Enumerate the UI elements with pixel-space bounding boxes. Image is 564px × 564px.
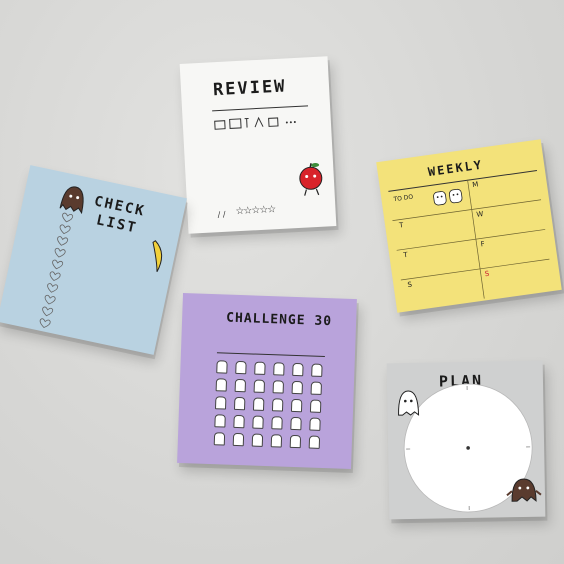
challenge-note-pad: CHALLENGE 30	[177, 293, 357, 469]
day-wed: W	[476, 210, 484, 219]
challenge-cell-26	[232, 432, 245, 447]
challenge-cell-23	[290, 416, 302, 431]
challenge-cell-grid	[213, 360, 329, 454]
challenge-cell-12	[310, 381, 323, 395]
challenge-cell-28	[270, 434, 283, 448]
weekly-note-pad: WEEKLY TO DO M T W T F S S	[376, 139, 562, 313]
day-sun: S	[484, 270, 490, 279]
challenge-cell-16	[271, 398, 284, 412]
apple-mascot-icon	[299, 163, 323, 196]
challenge-title: CHALLENGE 30	[225, 310, 333, 330]
challenge-cell-22	[271, 416, 283, 430]
table-surface: REVIEW / / ☆☆☆☆☆ CHECK LIST WEEKLY TO DO…	[0, 0, 564, 564]
challenge-cell-8	[234, 378, 247, 393]
review-star-rating: ☆☆☆☆☆	[235, 204, 276, 218]
challenge-cell-5	[292, 362, 304, 377]
review-title: REVIEW	[212, 76, 287, 101]
challenge-cell-4	[273, 362, 285, 376]
challenge-cell-25	[213, 432, 226, 446]
day-mon: M	[472, 180, 479, 189]
challenge-cell-10	[272, 380, 285, 394]
day-tue: T	[398, 221, 405, 230]
challenge-cell-13	[214, 396, 227, 410]
challenge-cell-3	[254, 361, 266, 375]
challenge-cell-30	[308, 435, 321, 449]
challenge-cell-9	[253, 379, 266, 393]
review-category-icons	[214, 116, 296, 130]
challenge-cell-14	[233, 396, 246, 411]
challenge-cell-17	[290, 398, 303, 413]
review-divider	[212, 105, 309, 112]
review-note-pad: REVIEW / / ☆☆☆☆☆	[179, 56, 337, 234]
challenge-cell-24	[309, 417, 321, 431]
challenge-cell-27	[251, 433, 264, 447]
challenge-cell-1	[216, 360, 228, 374]
challenge-cell-15	[252, 397, 265, 411]
banana-icon	[152, 240, 163, 273]
review-rating-prefix: / /	[217, 209, 226, 220]
challenge-cell-7	[215, 378, 228, 392]
checklist-note-pad: CHECK LIST	[0, 165, 187, 355]
challenge-cell-11	[291, 380, 304, 395]
challenge-cell-2	[235, 360, 247, 375]
weekly-grid: M T W T F S S	[392, 179, 550, 299]
challenge-cell-20	[233, 414, 245, 429]
plan-note-pad: PLAN	[386, 360, 546, 520]
challenge-cell-29	[289, 434, 302, 449]
heart-checkbox-column	[39, 212, 74, 328]
day-thu: T	[402, 251, 409, 260]
day-fri: F	[480, 240, 485, 248]
brown-ghost-mascot-icon	[506, 478, 542, 502]
white-ghost-mascot-icon	[398, 390, 420, 416]
challenge-cell-19	[214, 414, 226, 428]
challenge-divider	[216, 352, 325, 358]
challenge-cell-18	[309, 399, 322, 413]
challenge-cell-21	[252, 415, 264, 429]
day-sat: S	[407, 280, 413, 289]
challenge-cell-6	[311, 363, 323, 377]
